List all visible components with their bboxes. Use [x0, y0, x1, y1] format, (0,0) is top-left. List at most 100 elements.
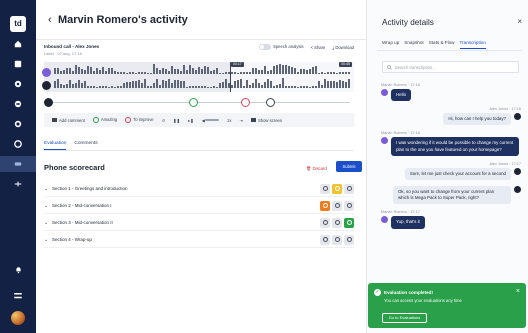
- section-label: Section 1 - Greetings and introduction: [52, 186, 128, 191]
- close-icon[interactable]: ×: [517, 17, 522, 26]
- neutral-rating-button[interactable]: [332, 200, 342, 211]
- back-button[interactable]: ‹: [48, 14, 52, 26]
- panel-tab[interactable]: Stats & Flow: [429, 40, 455, 49]
- amazing-button[interactable]: Amazing: [92, 117, 117, 123]
- contacts-icon[interactable]: [0, 96, 36, 112]
- transcription-search[interactable]: [382, 61, 519, 73]
- negative-rating-button[interactable]: [320, 200, 330, 211]
- forward-icon[interactable]: ▸❚: [188, 118, 194, 123]
- notifications-icon[interactable]: [15, 261, 22, 279]
- waveform-bar: [138, 80, 140, 88]
- waveform-bar: [63, 85, 65, 88]
- toast-close-icon[interactable]: ×: [516, 288, 520, 295]
- pause-icon[interactable]: ❚❚: [173, 118, 180, 123]
- chevron-down-icon[interactable]: ⌄: [44, 203, 52, 209]
- waveform-bar: [303, 86, 305, 88]
- neutral-rating-button[interactable]: [332, 234, 342, 245]
- panel-tab[interactable]: Snapshot: [404, 40, 423, 49]
- settings-icon[interactable]: [0, 116, 36, 132]
- waveform-bar: [348, 79, 350, 88]
- positive-rating-button[interactable]: [344, 183, 354, 194]
- download-button[interactable]: ⤓ Download: [332, 45, 354, 50]
- scorecard-section[interactable]: ⌄ Section 3 - Mid-conversation II: [44, 215, 354, 231]
- waveform-bar: [150, 86, 152, 88]
- waveform-bar: [123, 83, 125, 88]
- neutral-rating-button[interactable]: [332, 183, 342, 194]
- scorecard-section[interactable]: ⌄ Section 2 - Mid-conversation I: [44, 198, 354, 214]
- panel-tab[interactable]: Transcription: [459, 40, 486, 49]
- neutral-rating-button[interactable]: [332, 217, 342, 228]
- rewind-icon[interactable]: ↺: [162, 118, 166, 123]
- panel-tab[interactable]: Wrap up: [382, 40, 399, 49]
- scorecard-title: Phone scorecard: [44, 163, 105, 172]
- toggle-switch[interactable]: [259, 44, 272, 50]
- call-meta: Label · 07 aug, 17:16: [44, 51, 82, 56]
- chevron-down-icon[interactable]: ⌄: [44, 220, 52, 226]
- waveform-bar: [288, 66, 290, 74]
- waveform-bar: [75, 65, 77, 74]
- help-icon[interactable]: [14, 286, 22, 304]
- waveform-bar: [315, 66, 317, 74]
- calls-icon[interactable]: [0, 156, 36, 172]
- comment-marker[interactable]: [266, 98, 275, 107]
- tab-comments[interactable]: Comments: [74, 141, 97, 150]
- waveform-bar: [111, 86, 113, 88]
- waveform-bar: [342, 81, 344, 88]
- scorecard-section[interactable]: ⌄ Section 4 - Wrap-up: [44, 232, 354, 248]
- waveform-bar: [261, 70, 263, 74]
- add-comment-button[interactable]: Add comment: [52, 118, 85, 123]
- waveform-bar: [123, 72, 125, 74]
- share-button[interactable]: < Share: [311, 45, 326, 50]
- waveform-bar: [333, 72, 335, 74]
- waveform-bar: [66, 84, 68, 88]
- positive-rating-button[interactable]: [344, 217, 354, 228]
- chevron-down-icon[interactable]: ⌄: [44, 237, 52, 243]
- positive-rating-button[interactable]: [344, 200, 354, 211]
- waveform-bar: [93, 71, 95, 74]
- negative-rating-button[interactable]: [320, 234, 330, 245]
- waveform-bar: [213, 86, 215, 88]
- integrations-icon[interactable]: [0, 176, 36, 192]
- customer-avatar: [381, 89, 388, 96]
- volume-icon[interactable]: ◀: [202, 118, 220, 123]
- waveform-bar: [336, 73, 338, 74]
- waveform-bar: [120, 86, 122, 88]
- user-avatar[interactable]: [11, 311, 25, 325]
- search-input[interactable]: [395, 64, 515, 70]
- waveform-bar: [294, 68, 296, 74]
- audio-waveform[interactable]: 00:17 00:45: [42, 62, 354, 92]
- chevron-down-icon[interactable]: ⌄: [44, 186, 52, 192]
- waveform-bar: [243, 72, 245, 74]
- amazing-marker[interactable]: [189, 98, 198, 107]
- analytics-icon[interactable]: [0, 76, 36, 92]
- negative-rating-button[interactable]: [320, 217, 330, 228]
- to-improve-button[interactable]: To improve: [125, 117, 154, 123]
- submit-button[interactable]: Submit: [336, 161, 362, 172]
- waveform-channel-agent: [54, 64, 352, 74]
- transcript-list: Marvin Romero · 17:16 Hello Alex Jones · 1…: [381, 83, 521, 235]
- go-to-evaluations-button[interactable]: Go to Evaluations: [382, 313, 427, 323]
- negative-rating-button[interactable]: [320, 183, 330, 194]
- inbox-icon[interactable]: [0, 56, 36, 72]
- speed-selector[interactable]: 1x: [227, 118, 231, 123]
- waveform-bar: [210, 87, 212, 88]
- waveform-bar: [222, 73, 224, 74]
- fast-forward-icon[interactable]: ⇥: [239, 118, 243, 123]
- timeline-start-marker[interactable]: [44, 98, 53, 107]
- volume-slider[interactable]: [205, 119, 220, 122]
- waveform-bar: [264, 82, 266, 88]
- discard-button[interactable]: 🗑 Discard: [306, 166, 327, 172]
- home-icon[interactable]: [0, 36, 36, 52]
- to-improve-marker[interactable]: [241, 98, 250, 107]
- scorecard-section[interactable]: ⌄ Section 1 - Greetings and introduction: [44, 181, 354, 197]
- app-logo[interactable]: td: [10, 16, 26, 32]
- show-screen-button[interactable]: Show screen: [250, 118, 282, 123]
- speech-analysis-toggle[interactable]: Speech analysis: [259, 44, 304, 50]
- tab-evaluation[interactable]: Evaluation: [44, 141, 67, 150]
- waveform-bar: [318, 81, 320, 88]
- comment-timeline[interactable]: [44, 98, 354, 108]
- reports-icon[interactable]: [0, 136, 36, 152]
- positive-rating-button[interactable]: [344, 234, 354, 245]
- waveform-bar: [147, 86, 149, 88]
- waveform-bar: [222, 82, 224, 88]
